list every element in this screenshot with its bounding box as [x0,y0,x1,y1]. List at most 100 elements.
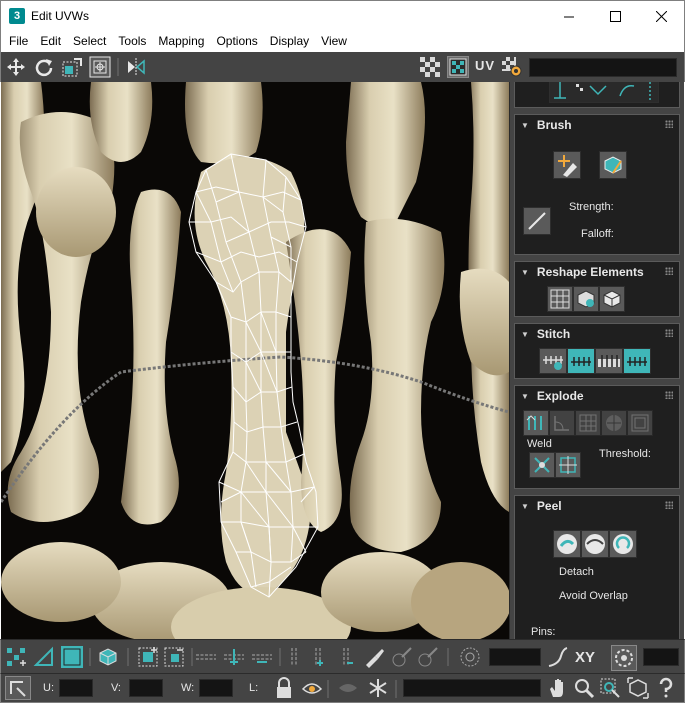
maximize-button[interactable] [592,1,638,31]
stitch-to-source-button[interactable] [567,348,595,374]
toolbar-separator [327,680,329,698]
distance-value-field[interactable] [643,648,679,666]
shrink-ring-button[interactable] [337,646,359,668]
relax-brush-icon [604,156,622,174]
element-mode-button[interactable] [97,646,119,668]
flatten-by-angle-button[interactable] [549,410,575,436]
stitch-average-button[interactable] [595,348,623,374]
w-value-field[interactable] [199,679,233,697]
rollout-stitch-header[interactable]: ▼ Stitch [515,324,679,344]
show-map-button[interactable] [447,56,469,78]
pan-hand-icon [550,679,563,697]
rollout-reshape-header[interactable]: ▼ Reshape Elements [515,262,679,282]
checker-pattern-button[interactable] [419,56,441,78]
texture-settings-button[interactable] [501,56,523,78]
move-button[interactable] [5,56,27,78]
brush-falloff-button[interactable] [523,207,551,235]
menu-mapping[interactable]: Mapping [152,30,210,52]
falloff-curve-button[interactable] [547,646,569,668]
zoom-extents-button[interactable] [627,677,649,699]
menu-tools[interactable]: Tools [112,30,152,52]
quick-peel-button[interactable] [553,530,581,558]
grow-selection-button[interactable] [137,646,159,668]
grow-ring-button[interactable] [309,646,331,668]
flatten-by-smoothing-button[interactable] [601,410,627,436]
relax-brush-button[interactable] [599,151,627,179]
menu-view[interactable]: View [315,30,353,52]
relax-cube-icon [577,290,595,308]
rollout-peel-header[interactable]: ▼ Peel [515,496,679,516]
minimize-button[interactable] [546,1,592,31]
paint-move-button[interactable] [553,151,581,179]
u-value-field[interactable] [59,679,93,697]
xy-axis-label[interactable]: XY [575,649,595,666]
loop-select-button[interactable] [195,646,217,668]
selection-set-field[interactable] [403,679,541,697]
distance-mode-button[interactable] [611,645,637,671]
paint-grow-button[interactable] [391,646,413,668]
minimize-icon [563,16,574,17]
mirror-button[interactable] [125,56,147,78]
menu-file[interactable]: File [3,30,34,52]
vertex-mode-button[interactable] [5,646,27,668]
texture-dropdown[interactable] [529,58,677,77]
flatten-element-button[interactable] [599,286,625,312]
hide-button[interactable] [337,677,359,699]
straighten-button[interactable] [547,286,573,312]
weld-selected-button[interactable] [529,452,555,478]
help-button[interactable] [655,677,677,699]
absolute-offset-toggle[interactable] [5,676,31,700]
freeze-button[interactable] [367,677,389,699]
edge-mode-button[interactable] [33,646,55,668]
v-value-field[interactable] [129,679,163,697]
paint-select-button[interactable] [363,646,385,668]
stitch-settings-icon [543,356,563,370]
flatten-by-material-button[interactable] [575,410,601,436]
freeform-button[interactable] [89,56,111,78]
shrink-loop-button[interactable] [251,646,273,668]
threshold-label: Threshold: [599,448,651,460]
stitch-to-target-button[interactable] [623,348,651,374]
menu-display[interactable]: Display [264,30,315,52]
menu-edit[interactable]: Edit [34,30,67,52]
v-label: V: [111,682,121,694]
soft-selection-button[interactable] [459,646,481,668]
scale-button[interactable] [61,56,83,78]
show-hidden-edges-button[interactable] [301,677,323,699]
menu-select[interactable]: Select [67,30,112,52]
zoom-button[interactable] [573,677,595,699]
break-button[interactable] [523,410,549,436]
close-button[interactable] [638,1,684,31]
relax-element-button[interactable] [573,286,599,312]
pan-button[interactable] [547,677,569,699]
shrink-selection-button[interactable] [163,646,185,668]
partial-tools-group[interactable] [549,82,659,103]
uv-viewport[interactable] [1,82,509,639]
peel-reset-button[interactable] [609,530,637,558]
lock-selection-button[interactable] [273,677,295,699]
grow-loop-icon [224,649,244,665]
rollout-explode-header[interactable]: ▼ Explode [515,386,679,406]
rollout-peel-title: Peel [536,499,562,513]
menu-options[interactable]: Options [210,30,263,52]
stitch-custom-button[interactable] [539,348,567,374]
rollout-grip-icon [665,267,673,275]
flatten-by-polygroup-button[interactable] [627,410,653,436]
zoom-region-button[interactable] [599,677,621,699]
face-mode-button[interactable] [61,646,83,668]
distance-gear-icon [615,649,633,667]
paint-shrink-button[interactable] [417,646,439,668]
rotate-button[interactable] [33,56,55,78]
grow-loop-button[interactable] [223,646,245,668]
rollout-brush-title: Brush [536,118,572,132]
falloff-value-field[interactable] [489,648,541,666]
peel-mode-button[interactable] [581,530,609,558]
angle-icon [554,416,569,431]
ring-select-button[interactable] [283,646,305,668]
polygroup-icon [631,414,649,432]
eye-icon [339,684,357,692]
weld-target-button[interactable] [555,452,581,478]
w-label: W: [181,682,195,694]
rollout-brush-header[interactable]: ▼ Brush [515,115,679,135]
snowflake-icon [369,679,387,697]
